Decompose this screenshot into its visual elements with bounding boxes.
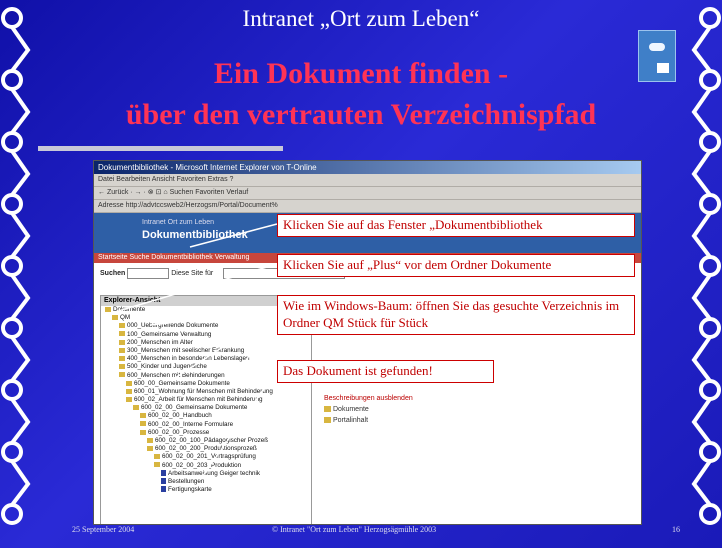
folder-icon	[119, 339, 125, 345]
tree-node-label: 600_02_Arbeit für Menschen mit Behinderu…	[134, 396, 263, 404]
tree-node-label: 600_02_00_Prozesse	[148, 428, 210, 436]
search-label: Suchen	[100, 270, 126, 277]
folder-icon	[154, 454, 160, 460]
callout-step-1: Klicken Sie auf das Fenster „Dokumentbib…	[277, 214, 635, 237]
tree-node[interactable]: 600_02_00_100_Pädagogischer Prozeß	[101, 437, 311, 445]
callout-step-2: Klicken Sie auf „Plus“ vor dem Ordner Do…	[277, 254, 635, 277]
tree-node-label: Dokumente	[113, 306, 146, 313]
callout-step-4: Das Dokument ist gefunden!	[277, 360, 494, 383]
house-icon	[657, 63, 669, 73]
tree-node[interactable]: 600_02_00_Gemeinsame Dokumente	[101, 404, 311, 412]
heading-line-2: über den vertrauten Verzeichnispfad	[125, 98, 597, 131]
tree-node[interactable]: 600_02_00_201_Vertragsprüfung	[101, 453, 311, 461]
tree-node-label: Arbeitsanweisung Geiger technik	[168, 469, 261, 477]
callout-step-3: Wie im Windows-Baum: öffnen Sie das gesu…	[277, 295, 635, 335]
folder-icon	[324, 406, 331, 413]
folder-icon	[147, 437, 153, 443]
document-icon	[161, 478, 166, 485]
folder-icon	[140, 429, 146, 435]
folder-icon	[119, 347, 125, 353]
tree-node-label: 100_Gemeinsame Verwaltung	[127, 330, 212, 338]
folder-icon	[119, 323, 125, 329]
tree-node[interactable]: 200_Menschen im Alter	[101, 339, 311, 347]
folder-icon	[119, 331, 125, 337]
document-icon	[161, 470, 166, 477]
slide-title: Intranet „Ort zum Leben“	[242, 6, 480, 31]
slide: Intranet „Ort zum Leben“ Ein Dokument fi…	[0, 0, 722, 548]
folder-item-documents[interactable]: Dokumente	[324, 404, 414, 415]
tree-node-label: 600_02_00_203_Produktion	[162, 461, 242, 469]
tree-node[interactable]: 600_02_Arbeit für Menschen mit Behinderu…	[101, 396, 311, 404]
address-label: Adresse	[98, 202, 124, 209]
address-value[interactable]: http://advtccsweb2/Herzogsm/Portal/Docum…	[126, 202, 278, 209]
tree-node[interactable]: 600_01_Wohnung für Menschen mit Behinder…	[101, 388, 311, 396]
folder-icon	[119, 372, 125, 378]
tree-node[interactable]: Fertigungskarte	[101, 486, 311, 494]
folder-item-portal[interactable]: Portalinhalt	[324, 415, 414, 426]
folder-icon	[133, 405, 139, 411]
folder-icon	[126, 396, 132, 402]
browser-toolbar[interactable]: ← Zurück · → · ⊗ ⊡ ⌂ Suchen Favoriten Ve…	[94, 187, 641, 200]
tree-node-label: Bestellungen	[168, 477, 205, 485]
folder-icon	[140, 413, 146, 419]
folder-icon	[126, 380, 132, 386]
tree-node-label: 600_02_00_200_Produktionsprozeß	[155, 445, 257, 453]
folder-item-label: Dokumente	[333, 406, 369, 413]
address-bar[interactable]: Adresse http://advtccsweb2/Herzogsm/Port…	[94, 200, 641, 213]
document-icon	[161, 486, 166, 493]
tree-node[interactable]: Arbeitsanweisung Geiger technik	[101, 470, 311, 478]
folder-icon	[105, 306, 111, 312]
heading-line-1: Ein Dokument finden -	[213, 57, 509, 90]
tree-node[interactable]: 600_02_00_Interne Formulare	[101, 421, 311, 429]
heading-underline	[38, 146, 283, 151]
footer-page-number: 16	[672, 525, 680, 534]
folder-icon	[112, 315, 118, 321]
tree-node-label: 300_Menschen mit seelischer Erkrankung	[127, 346, 245, 354]
tree-node-label: 000_Uebergreifende Dokumente	[127, 322, 219, 330]
folder-icon	[119, 364, 125, 370]
hide-descriptions-link[interactable]: Beschreibungen ausblenden	[324, 393, 414, 404]
search-scope-value: Diese Site	[171, 270, 204, 277]
search-scope-select[interactable]	[127, 267, 170, 279]
tree-node-label: QM	[120, 314, 131, 322]
tree-node[interactable]: 600_02_00_203_Produktion	[101, 462, 311, 470]
footer-copyright: © Intranet "Ort zum Leben" Herzogsägmühl…	[272, 525, 437, 534]
tree-node[interactable]: 600_02_00_Prozesse	[101, 429, 311, 437]
tree-node[interactable]: 300_Menschen mit seelischer Erkrankung	[101, 347, 311, 355]
right-pane: Beschreibungen ausblenden Dokumente Port…	[324, 393, 414, 426]
tree-node-label: 600_01_Wohnung für Menschen mit Behinder…	[134, 387, 273, 395]
browser-title-bar: Dokumentbibliothek - Microsoft Internet …	[94, 161, 641, 174]
cloud-icon	[649, 43, 665, 51]
tree-node-label: 600_02_00_100_Pädagogischer Prozeß	[155, 437, 269, 444]
footer-date: 25 September 2004	[72, 525, 135, 534]
tree-node-label: 600_02_00_Gemeinsame Dokumente	[141, 404, 248, 412]
tree-node-label: 600_02_00_Handbuch	[148, 412, 212, 420]
tree-node-label: 600_02_00_Interne Formulare	[148, 420, 234, 428]
folder-icon	[140, 421, 146, 427]
tree-node-label: Fertigungskarte	[168, 486, 212, 494]
tree-node-label: 600_00_Gemeinsame Dokumente	[134, 379, 230, 387]
banner-title: Dokumentbibliothek	[142, 229, 248, 241]
tree-node[interactable]: 600_02_00_Handbuch	[101, 412, 311, 420]
folder-icon	[324, 417, 331, 424]
search-for-label: für	[205, 270, 214, 277]
folder-icon	[147, 446, 153, 452]
browser-menu-bar[interactable]: Datei Bearbeiten Ansicht Favoriten Extra…	[94, 174, 641, 187]
tree-node-label: 400_Menschen in besonderen Lebenslagen	[127, 355, 250, 363]
tree-node-label: 500_Kinder und Jugendliche	[127, 363, 207, 371]
banner-subtitle: Intranet Ort zum Leben	[142, 219, 214, 226]
folder-icon	[119, 355, 125, 361]
tree-node[interactable]: Bestellungen	[101, 478, 311, 486]
folder-item-label: Portalinhalt	[333, 417, 369, 424]
tree-node-label: 600_02_00_201_Vertragsprüfung	[162, 453, 256, 461]
tree-node-label: 600_Menschen mit Behinderungen	[127, 371, 225, 379]
tree-node[interactable]: 600_02_00_200_Produktionsprozeß	[101, 445, 311, 453]
folder-icon	[154, 462, 160, 468]
folder-icon	[126, 388, 132, 394]
tree-node-label: 200_Menschen im Alter	[127, 338, 193, 346]
logo	[638, 30, 676, 82]
